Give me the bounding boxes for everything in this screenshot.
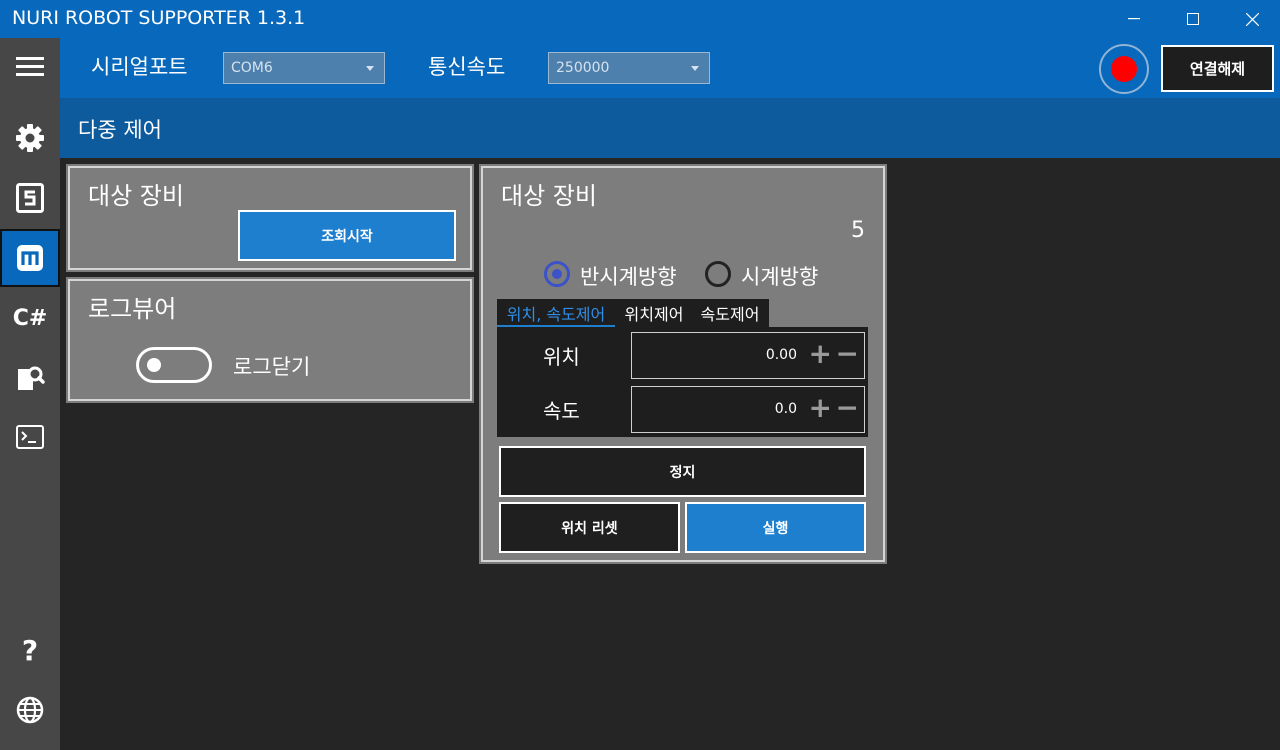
chevron-down-icon (366, 66, 374, 71)
log-viewer-title: 로그뷰어 (88, 295, 177, 323)
ccw-label: 반시계방향 (580, 265, 677, 289)
terminal-icon (16, 425, 44, 449)
globe-icon (16, 696, 44, 724)
log-toggle-switch[interactable] (136, 347, 212, 383)
radio-dot-icon (552, 269, 562, 279)
sidebar-item-language[interactable] (0, 681, 60, 739)
device-count: 5 (851, 218, 865, 243)
help-icon: ? (21, 633, 39, 667)
tab-position-speed[interactable]: 위치, 속도제어 (497, 299, 615, 327)
speed-label: 속도 (543, 399, 580, 423)
speed-field[interactable]: 0.0 + − (631, 386, 865, 433)
minimize-button[interactable] (1106, 0, 1162, 38)
app-title: NURI ROBOT SUPPORTER 1.3.1 (12, 7, 306, 29)
maximize-button[interactable] (1165, 0, 1221, 38)
maximize-icon (1187, 13, 1199, 25)
target-device-panel: 대상 장비 조회시작 (66, 164, 474, 272)
control-panel-title: 대상 장비 (501, 182, 597, 210)
tab-speed[interactable]: 속도제어 (694, 299, 766, 327)
sidebar-item-file-search[interactable] (0, 349, 60, 407)
stop-button[interactable]: 정지 (499, 446, 866, 497)
sidebar-item-csharp[interactable]: C# (0, 289, 60, 347)
page-header (60, 98, 1280, 158)
position-reset-button[interactable]: 위치 리셋 (499, 502, 680, 553)
csharp-icon: C# (12, 305, 48, 331)
speed-minus-icon[interactable]: − (836, 394, 859, 422)
sidebar-item-settings[interactable] (0, 109, 60, 167)
minimize-icon (1128, 18, 1140, 20)
close-icon (1245, 12, 1259, 26)
status-dot-icon (1111, 56, 1137, 82)
scan-start-button[interactable]: 조회시작 (238, 210, 456, 261)
tab-position[interactable]: 위치제어 (618, 299, 690, 327)
cw-label: 시계방향 (741, 265, 819, 289)
sidebar-item-multi-control[interactable] (0, 229, 60, 287)
m-icon (17, 245, 43, 271)
log-viewer-panel: 로그뷰어 (66, 277, 474, 403)
s-icon (16, 183, 44, 213)
connection-status-indicator (1099, 44, 1149, 94)
page-title: 다중 제어 (78, 118, 162, 142)
run-button[interactable]: 실행 (685, 502, 866, 553)
sidebar-item-help[interactable]: ? (0, 621, 60, 679)
chevron-down-icon (691, 66, 699, 71)
target-device-title: 대상 장비 (88, 182, 184, 210)
baud-rate-value: 250000 (556, 60, 610, 76)
serial-port-select[interactable]: COM6 (223, 52, 385, 84)
log-toggle-label: 로그닫기 (233, 355, 311, 379)
position-minus-icon[interactable]: − (836, 340, 859, 368)
disconnect-button[interactable]: 연결해제 (1161, 45, 1274, 92)
position-plus-icon[interactable]: + (809, 340, 832, 368)
baud-rate-select[interactable]: 250000 (548, 52, 710, 84)
sidebar: C# ? (0, 38, 60, 750)
sidebar-item-terminal[interactable] (0, 408, 60, 466)
close-window-button[interactable] (1224, 0, 1280, 38)
toggle-knob (147, 358, 161, 372)
cw-radio[interactable] (705, 261, 731, 287)
menu-icon (16, 57, 44, 76)
position-label: 위치 (543, 345, 580, 369)
position-field[interactable]: 0.00 + − (631, 332, 865, 379)
gear-icon (16, 124, 44, 152)
sidebar-item-s[interactable] (0, 169, 60, 227)
baud-rate-label: 통신속도 (428, 55, 506, 79)
sidebar-menu-button[interactable] (0, 38, 60, 96)
serial-port-label: 시리얼포트 (91, 55, 188, 79)
ccw-radio[interactable] (544, 261, 570, 287)
speed-value: 0.0 (774, 401, 797, 417)
speed-plus-icon[interactable]: + (809, 394, 832, 422)
file-search-icon (18, 366, 45, 390)
serial-port-value: COM6 (231, 60, 273, 76)
position-value: 0.00 (765, 347, 797, 363)
